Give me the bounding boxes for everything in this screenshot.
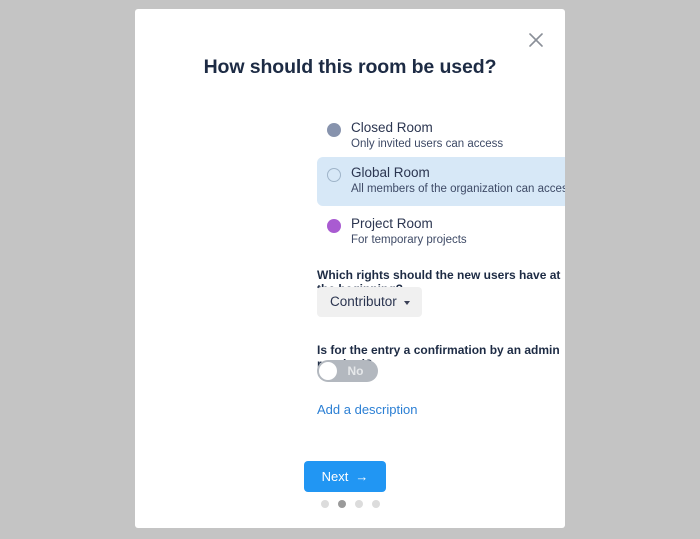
toggle-knob [319,362,337,380]
room-option-description: All members of the organization can acce… [351,183,565,195]
wizard-pager [135,500,565,508]
room-option-label: Global Room [351,165,430,180]
admin-confirmation-toggle[interactable]: No [317,360,378,382]
pager-dot[interactable] [320,500,329,508]
rights-dropdown-value: Contributor [330,294,397,309]
room-option-label: Project Room [351,216,433,231]
room-option-label: Closed Room [351,120,433,135]
pager-dot-active[interactable] [337,500,346,508]
outline-circle-icon [327,168,341,182]
room-option-project-room[interactable]: Project Room For temporary projects [317,208,565,257]
room-option-description: For temporary projects [351,234,467,246]
toggle-state-label: No [347,364,364,378]
close-icon[interactable] [525,29,547,51]
chevron-down-icon [403,300,410,305]
page-title: How should this room be used? [203,56,497,78]
add-description-link[interactable]: Add a description [317,402,417,417]
filled-circle-icon [327,219,341,233]
rights-dropdown[interactable]: Contributor [317,287,422,317]
room-option-global-room[interactable]: Global Room All members of the organizat… [317,157,565,206]
room-setup-modal: How should this room be used? Closed Roo… [135,9,565,528]
filled-circle-icon [327,123,341,137]
room-option-description: Only invited users can access [351,138,504,150]
arrow-right-icon: → [355,469,369,484]
pager-dot[interactable] [371,500,380,508]
room-option-closed-room[interactable]: Closed Room Only invited users can acces… [317,112,565,161]
pager-dot[interactable] [354,500,363,508]
next-button-label: Next [321,469,349,484]
next-button[interactable]: Next → [304,461,386,492]
